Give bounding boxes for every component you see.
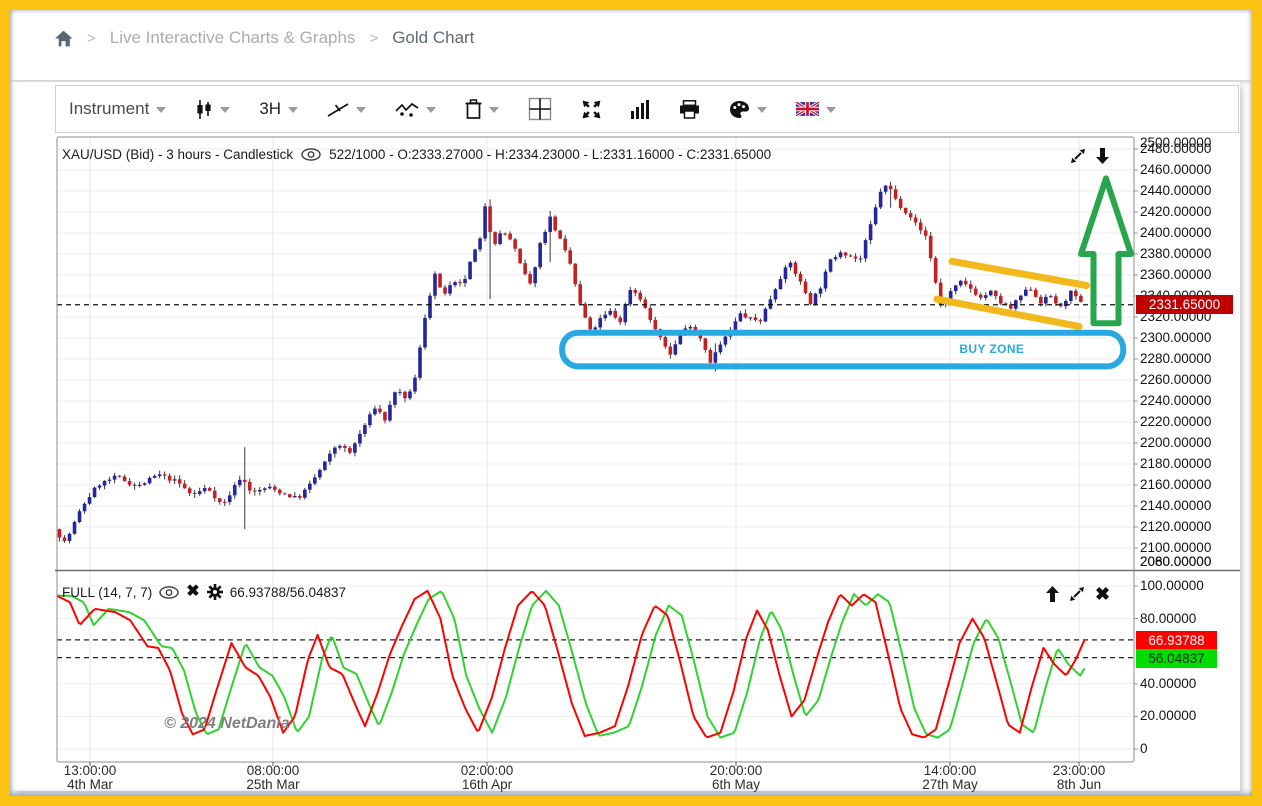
theme-dropdown[interactable] — [729, 100, 767, 119]
volume-button[interactable] — [631, 100, 650, 119]
breadcrumb-separator: > — [87, 30, 96, 47]
chart-title-bar: XAU/USD (Bid) - 3 hours - Candlestick 52… — [62, 147, 771, 162]
timeframe-label: 3H — [259, 99, 281, 119]
chevron-down-icon — [826, 107, 836, 113]
home-icon[interactable] — [54, 30, 73, 47]
indicator-settings-gear-icon[interactable] — [207, 584, 223, 600]
uk-flag-icon — [796, 102, 819, 116]
chevron-down-icon — [489, 107, 499, 113]
indicator-title-bar: FULL (14, 7, 7) ✖ 66.93788/56.04837 — [62, 584, 346, 600]
delete-drawings-dropdown[interactable] — [465, 99, 499, 119]
chevron-down-icon — [426, 107, 436, 113]
pane-move-up-icon[interactable] — [1046, 586, 1059, 602]
fullscreen-icon — [581, 99, 602, 120]
breadcrumb-link-charts[interactable]: Live Interactive Charts & Graphs — [110, 28, 356, 48]
buy-zone-label: BUY ZONE — [937, 342, 1047, 356]
chart-type-dropdown[interactable] — [195, 99, 230, 120]
stoch-k-badge: 66.93788 — [1136, 631, 1217, 650]
toolbar: Instrument 3H — [55, 85, 1239, 133]
drawing-tools-dropdown[interactable] — [327, 101, 366, 118]
chart-title: XAU/USD (Bid) - 3 hours - Candlestick — [62, 147, 293, 162]
watermark: © 2024 NetDania — [164, 715, 290, 733]
indicator-eye-icon[interactable] — [159, 586, 179, 599]
visibility-eye-icon[interactable] — [301, 148, 321, 161]
indicators-icon — [395, 101, 419, 118]
palette-icon — [729, 100, 750, 119]
chevron-down-icon — [757, 107, 767, 113]
chevron-down-icon — [220, 107, 230, 113]
indicator-name: FULL (14, 7, 7) — [62, 585, 152, 600]
price-pane-controls — [1070, 148, 1109, 164]
indicator-remove-icon[interactable]: ✖ — [186, 585, 199, 599]
pane-expand-icon[interactable] — [1069, 586, 1085, 602]
language-dropdown[interactable] — [796, 102, 836, 116]
indicator-pane-controls: ✖ — [1046, 586, 1110, 602]
print-button[interactable] — [679, 100, 700, 119]
pane-close-icon[interactable]: ✖ — [1095, 587, 1110, 601]
printer-icon — [679, 100, 700, 119]
indicators-dropdown[interactable] — [395, 101, 436, 118]
trendline-icon — [327, 101, 349, 118]
chevron-down-icon — [156, 107, 166, 113]
timeframe-dropdown[interactable]: 3H — [259, 99, 298, 119]
candlestick-icon — [195, 99, 213, 120]
pane-expand-icon[interactable] — [1070, 148, 1086, 164]
breadcrumb-current-gold-chart: Gold Chart — [392, 28, 474, 48]
crosshair-grid-icon — [528, 97, 552, 121]
instrument-label: Instrument — [69, 99, 149, 119]
fullscreen-button[interactable] — [581, 99, 602, 120]
last-price-badge: 2331.65000 — [1136, 295, 1233, 314]
breadcrumb-separator-2: > — [369, 30, 378, 47]
indicator-values: 66.93788/56.04837 — [230, 585, 346, 600]
instrument-dropdown[interactable]: Instrument — [69, 99, 166, 119]
breadcrumb: > Live Interactive Charts & Graphs > Gol… — [54, 28, 474, 48]
pane-move-down-icon[interactable] — [1096, 148, 1109, 164]
chevron-down-icon — [356, 107, 366, 113]
chevron-down-icon — [288, 107, 298, 113]
crosshair-button[interactable] — [528, 97, 552, 121]
bar-chart-icon — [631, 100, 650, 119]
chart-ohlc-stats: 522/1000 - O:2333.27000 - H:2334.23000 -… — [329, 147, 771, 162]
stoch-d-badge: 56.04837 — [1136, 649, 1217, 668]
trash-icon — [465, 99, 482, 119]
